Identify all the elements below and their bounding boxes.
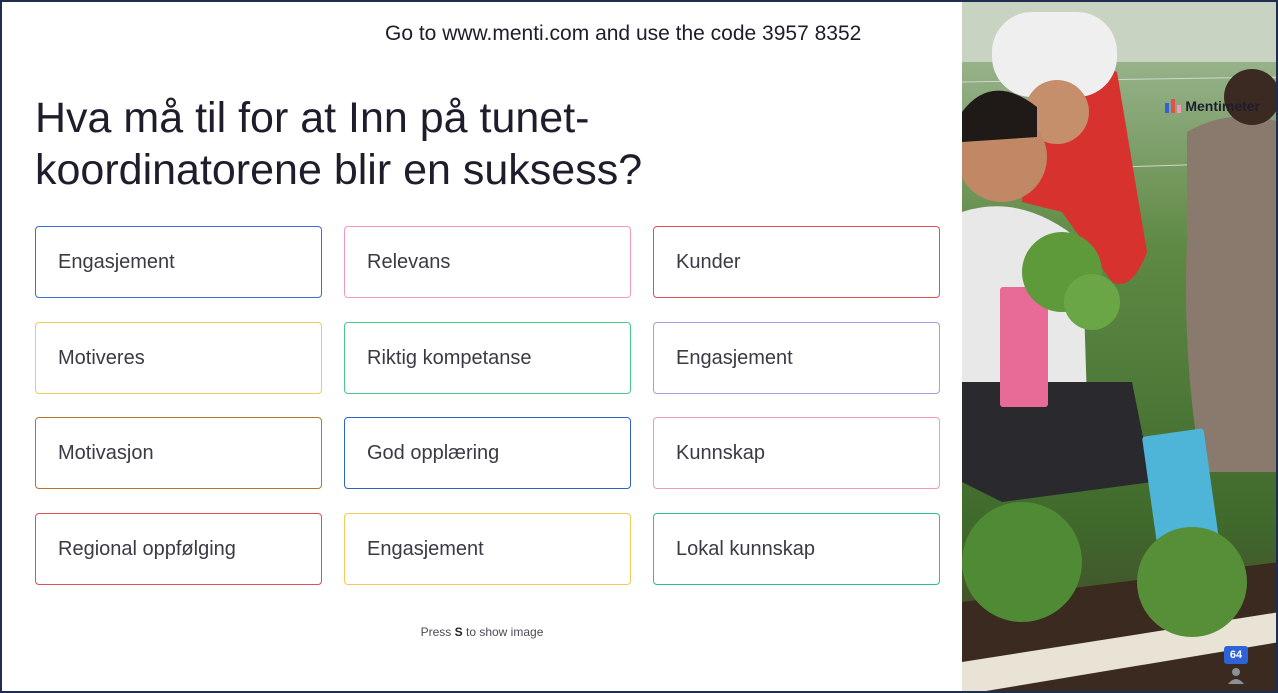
- response-text: Motiveres: [58, 346, 145, 369]
- mentimeter-logo: Mentimeter: [1165, 98, 1260, 114]
- join-middle: and use the code: [589, 22, 763, 45]
- response-text: Kunder: [676, 250, 741, 273]
- slide-area: Go to www.menti.com and use the code 395…: [2, 2, 962, 691]
- response-card: Engasjement: [344, 513, 631, 585]
- response-text: Engasjement: [367, 537, 484, 560]
- response-text: Engasjement: [676, 346, 793, 369]
- join-code: 3957 8352: [762, 22, 862, 45]
- response-text: Motivasjon: [58, 441, 154, 464]
- response-card: Kunnskap: [653, 417, 940, 489]
- response-text: Regional oppfølging: [58, 537, 236, 560]
- response-card: God opplæring: [344, 417, 631, 489]
- response-text: Kunnskap: [676, 441, 765, 464]
- response-card: Regional oppfølging: [35, 513, 322, 585]
- mentimeter-logo-icon: [1165, 99, 1182, 113]
- join-url[interactable]: www.menti.com: [442, 22, 589, 45]
- response-card: Motivasjon: [35, 417, 322, 489]
- presentation-frame: Go to www.menti.com and use the code 395…: [0, 0, 1278, 693]
- join-prefix: Go to: [385, 22, 443, 45]
- response-card: Kunder: [653, 226, 940, 298]
- question-title: Hva må til for at Inn på tunet-koordinat…: [35, 94, 643, 194]
- hint-key: S: [454, 625, 463, 639]
- join-instructions: Go to www.menti.com and use the code 395…: [385, 22, 861, 46]
- response-card: Riktig kompetanse: [344, 322, 631, 394]
- response-text: Engasjement: [58, 250, 175, 273]
- brand-name: Mentimeter: [1185, 98, 1260, 114]
- hint-suffix: to show image: [462, 625, 544, 639]
- show-image-hint: Press S to show image: [2, 625, 962, 639]
- response-text: Lokal kunnskap: [676, 537, 815, 560]
- response-card: Engasjement: [653, 322, 940, 394]
- response-text: Riktig kompetanse: [367, 346, 532, 369]
- response-card: Engasjement: [35, 226, 322, 298]
- response-text: God opplæring: [367, 441, 500, 464]
- response-card: Relevans: [344, 226, 631, 298]
- response-card: Lokal kunnskap: [653, 513, 940, 585]
- person-icon: [1228, 668, 1244, 684]
- response-card: Motiveres: [35, 322, 322, 394]
- response-text: Relevans: [367, 250, 451, 273]
- background-photo: Mentimeter: [962, 2, 1276, 691]
- hint-prefix: Press: [420, 625, 455, 639]
- participant-count-badge: 64: [1224, 646, 1248, 664]
